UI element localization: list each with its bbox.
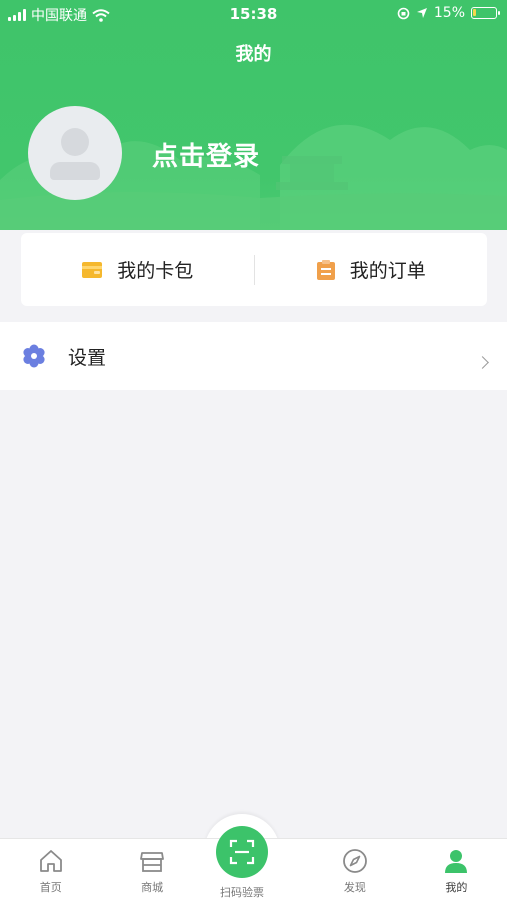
settings-label: 设置: [68, 346, 107, 369]
battery-icon: [471, 7, 500, 19]
scan-ticket-label: 扫码验票: [220, 886, 264, 899]
scan-ticket-button[interactable]: [216, 826, 268, 878]
user-icon: [445, 850, 468, 873]
clipboard-icon: [316, 259, 335, 280]
quick-actions-card: 我的卡包 我的订单: [21, 233, 487, 306]
shop-icon: [140, 852, 165, 872]
tab-discover[interactable]: 发现: [304, 839, 405, 900]
my-orders-button[interactable]: 我的订单: [255, 233, 488, 306]
wallet-icon: [82, 261, 103, 278]
chevron-right-icon: [476, 356, 489, 369]
tab-home[interactable]: 首页: [0, 839, 101, 900]
my-orders-label: 我的订单: [349, 260, 426, 282]
compass-icon: [343, 849, 367, 873]
avatar-body-shape: [50, 162, 100, 180]
orientation-lock-icon: [397, 7, 410, 19]
avatar[interactable]: [28, 106, 122, 200]
my-card-pack-button[interactable]: 我的卡包: [21, 233, 254, 306]
status-right: 15%: [397, 5, 500, 21]
avatar-head-shape: [61, 128, 89, 156]
page-title: 我的: [235, 44, 272, 65]
tab-home-label: 首页: [39, 881, 62, 894]
location-icon: [416, 8, 427, 18]
tab-mall-label: 商城: [141, 881, 164, 894]
battery-level: [473, 9, 476, 16]
tab-mine[interactable]: 我的: [406, 839, 507, 900]
login-prompt[interactable]: 点击登录: [152, 136, 260, 173]
battery-percent: 15%: [433, 5, 465, 21]
my-card-pack-label: 我的卡包: [117, 260, 194, 282]
status-bar: 中国联通 15:38 15%: [0, 0, 507, 28]
scan-icon: [229, 839, 255, 865]
tab-mall[interactable]: 商城: [101, 839, 202, 900]
home-icon: [39, 850, 62, 872]
tab-mine-label: 我的: [445, 881, 468, 894]
tab-discover-label: 发现: [343, 881, 366, 894]
settings-row[interactable]: 设置: [0, 322, 507, 390]
gear-icon: [23, 344, 45, 368]
